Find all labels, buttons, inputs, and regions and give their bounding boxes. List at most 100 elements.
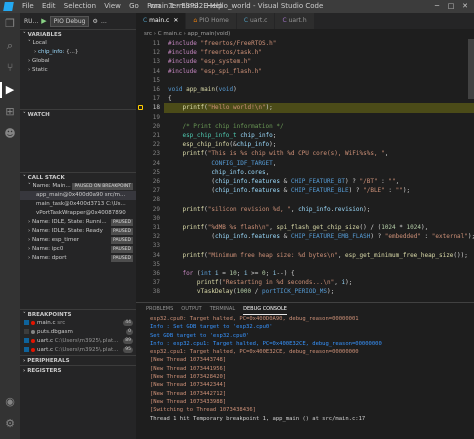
close-icon[interactable]: ✕ <box>458 0 472 13</box>
tab-main-c[interactable]: C main.c ✕ <box>136 13 187 29</box>
menu-run[interactable]: Run <box>147 0 160 13</box>
breadcrumb-function[interactable]: app_main(void) <box>188 31 231 37</box>
tab-output[interactable]: OUTPUT <box>181 303 201 315</box>
breakpoint-item[interactable]: uart.c C:\Users\m3925\.plat... 89 <box>20 337 136 346</box>
line-number[interactable]: 21 <box>136 131 160 140</box>
menu-view[interactable]: View <box>104 0 121 13</box>
tab-debug-console[interactable]: DEBUG CONSOLE <box>243 303 287 315</box>
static-scope[interactable]: › Static <box>20 66 136 75</box>
line-number[interactable]: 17 <box>136 94 160 103</box>
stack-frame-vport[interactable]: vPortTaskWrapper@0x40087890 <box>20 209 136 218</box>
tab-problems[interactable]: PROBLEMS <box>146 303 173 315</box>
line-number[interactable]: 32 <box>136 232 160 241</box>
line-number[interactable]: 27 <box>136 186 160 195</box>
local-scope[interactable]: ˅ Local <box>20 39 136 48</box>
line-number[interactable]: 30 <box>136 214 160 223</box>
code-line: (chip_info.features & CHIP_FEATURE_BLE) … <box>168 187 411 195</box>
settings-icon[interactable]: ⚙ <box>92 18 97 25</box>
stack-frame-app-main[interactable]: app_main@0x400d0a90 src/m... <box>20 191 136 200</box>
start-debug-icon[interactable]: ▶ <box>41 17 46 25</box>
maximize-icon[interactable]: □ <box>444 0 458 13</box>
thread-idle-running[interactable]: › Name: IDLE, State: Runni... PAUSED <box>20 218 136 227</box>
console-line: [Switching to Thread 1073438436] <box>150 407 256 414</box>
search-icon[interactable]: ⌕ <box>3 39 17 53</box>
callstack-header[interactable]: ˅ CALL STACK <box>20 172 136 182</box>
menu-go[interactable]: Go <box>129 0 139 13</box>
checkbox-icon[interactable] <box>24 329 29 334</box>
more-icon[interactable]: … <box>101 18 107 25</box>
gear-icon[interactable]: ⚙ <box>3 417 17 431</box>
tab-terminal[interactable]: TERMINAL <box>210 303 235 315</box>
line-number[interactable]: 16 <box>136 85 160 94</box>
line-number[interactable]: 26 <box>136 177 160 186</box>
line-number[interactable]: 15 <box>136 76 160 85</box>
extensions-icon[interactable]: ⊞ <box>3 105 17 119</box>
line-number[interactable]: 38 <box>136 287 160 296</box>
thread-idle-ready[interactable]: › Name: IDLE, State: Ready PAUSED <box>20 227 136 236</box>
source-control-icon[interactable]: ⑂ <box>3 61 17 75</box>
line-number[interactable]: 13 <box>136 57 160 66</box>
watch-header[interactable]: ˅ WATCH <box>20 109 136 119</box>
checkbox-icon[interactable] <box>24 320 29 325</box>
line-number[interactable]: 34 <box>136 251 160 260</box>
peripherals-header[interactable]: › PERIPHERALS <box>20 355 136 365</box>
title-bar: File Edit Selection View Go Run Terminal… <box>0 0 474 13</box>
run-debug-icon[interactable]: ▶ <box>3 83 17 97</box>
line-number[interactable]: 37 <box>136 278 160 287</box>
account-icon[interactable]: ◉ <box>3 395 17 409</box>
line-number[interactable]: 11 <box>136 39 160 48</box>
code-view[interactable]: 11 12 13 14 15 16 17 18 19 20 21 22 23 24 25 26 27 28 29 30… <box>136 39 474 297</box>
thread-esp-timer[interactable]: › Name: esp_timer PAUSED <box>20 236 136 245</box>
menu-file[interactable]: File <box>22 0 34 13</box>
thread-dport[interactable]: › Name: dport PAUSED <box>20 254 136 263</box>
debug-config-select[interactable]: PIO Debug <box>49 15 90 27</box>
breakpoint-icon <box>31 347 35 352</box>
line-number[interactable]: 28 <box>136 195 160 204</box>
thread-ipc0[interactable]: › Name: ipc0 PAUSED <box>20 245 136 254</box>
stack-frame-main-task[interactable]: main_task@0x400d3713 C:\Us... <box>20 200 136 209</box>
minimize-icon[interactable]: ─ <box>430 0 444 13</box>
menu-help[interactable]: Help <box>207 0 223 13</box>
thread-main[interactable]: ˅ Name: Main... PAUSED ON BREAKPOINT <box>20 182 136 191</box>
code-line: (chip_info.features & CHIP_FEATURE_BT) ?… <box>168 178 400 185</box>
tab-uart-h[interactable]: C uart.h <box>275 13 315 29</box>
platformio-icon[interactable]: ☻ <box>3 127 17 141</box>
code-line: #include "esp_system.h" <box>168 58 252 66</box>
breakpoint-item[interactable]: puts.dbgasm 0 <box>20 328 136 337</box>
line-number[interactable]: 24 <box>136 159 160 168</box>
line-number[interactable]: 29 <box>136 205 160 214</box>
global-scope[interactable]: › Global <box>20 57 136 66</box>
breakpoint-item[interactable]: main.c src 44 <box>20 319 136 328</box>
line-number[interactable]: 31 <box>136 223 160 232</box>
line-number[interactable]: 14 <box>136 67 160 76</box>
tab-uart-c[interactable]: C uart.c <box>236 13 276 29</box>
editor-scrollbar[interactable] <box>468 39 474 99</box>
line-number[interactable]: 22 <box>136 140 160 149</box>
menu-selection[interactable]: Selection <box>64 0 96 13</box>
checkbox-icon[interactable] <box>24 338 29 343</box>
line-number[interactable]: 36 <box>136 269 160 278</box>
line-number[interactable]: 23 <box>136 149 160 158</box>
breadcrumb-file[interactable]: C main.c <box>158 31 182 37</box>
variables-header[interactable]: ˅ VARIABLES <box>20 29 136 39</box>
line-number[interactable]: 33 <box>136 241 160 250</box>
breadcrumb-src[interactable]: src <box>144 31 152 37</box>
line-number[interactable]: 25 <box>136 168 160 177</box>
line-number[interactable]: 35 <box>136 260 160 269</box>
checkbox-icon[interactable] <box>24 347 29 352</box>
close-icon[interactable]: ✕ <box>173 17 178 24</box>
registers-header[interactable]: › REGISTERS <box>20 365 136 375</box>
status-badge: PAUSED <box>111 219 133 226</box>
explorer-icon[interactable]: ❐ <box>3 17 17 31</box>
line-number[interactable]: 20 <box>136 122 160 131</box>
line-number[interactable]: 19 <box>136 113 160 122</box>
menu-terminal[interactable]: Terminal <box>169 0 199 13</box>
line-number[interactable]: 18 <box>136 103 160 112</box>
breakpoints-header[interactable]: ˅ BREAKPOINTS <box>20 309 136 319</box>
breakpoint-item[interactable]: uart.c C:\Users\m3925\.plat... 95 <box>20 346 136 355</box>
line-number[interactable]: 12 <box>136 48 160 57</box>
code-line: printf("%dMB %s flash\n", spi_flash_get_… <box>182 224 429 231</box>
menu-edit[interactable]: Edit <box>42 0 56 13</box>
variable-chip-info[interactable]: › chip_info: {...} <box>20 48 136 57</box>
tab-pio-home[interactable]: ⌂ PIO Home <box>186 13 237 29</box>
